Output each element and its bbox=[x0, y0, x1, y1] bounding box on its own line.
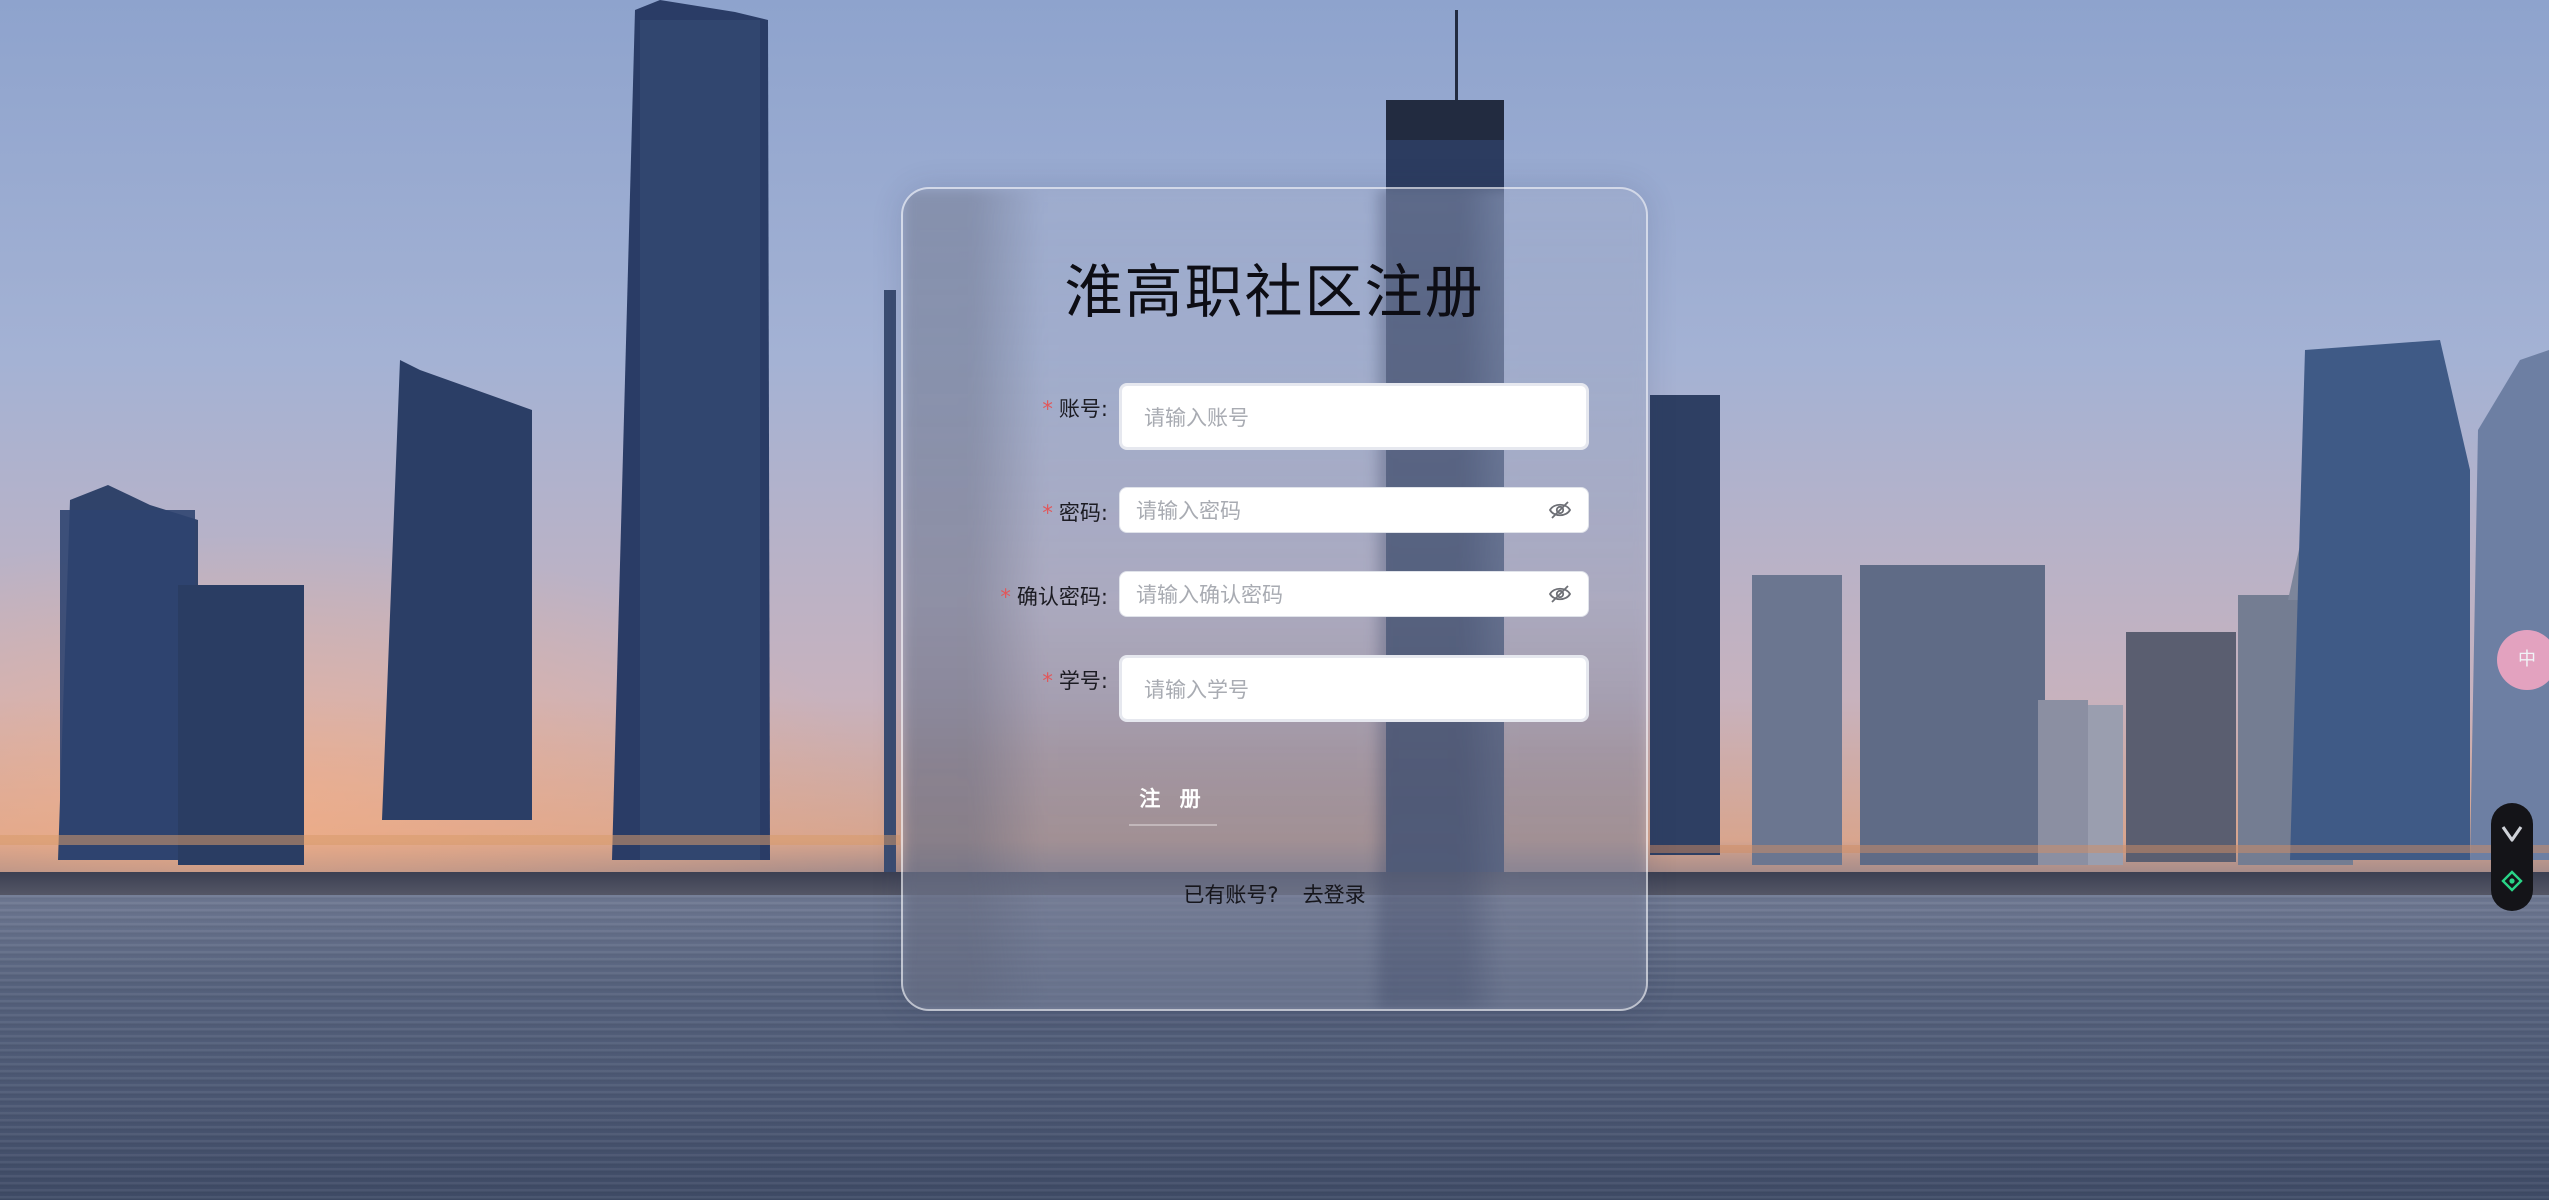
student-id-placeholder: 请输入学号 bbox=[1144, 677, 1249, 702]
student-id-label: * 学号: bbox=[1042, 669, 1108, 693]
password-placeholder: 请输入密码 bbox=[1136, 499, 1241, 523]
register-card: 淮高职社区注册 * 账号: 请输入账号 * 密码: 请输入密码 * 确认密码: … bbox=[901, 187, 1648, 1011]
locate-icon[interactable] bbox=[2500, 869, 2524, 893]
register-button[interactable]: 注 册 bbox=[1129, 774, 1217, 826]
confirm-password-row: * 确认密码: 请输入确认密码 bbox=[903, 571, 1646, 617]
confirm-password-placeholder: 请输入确认密码 bbox=[1136, 583, 1283, 607]
required-mark: * bbox=[1042, 501, 1053, 525]
required-mark: * bbox=[1042, 669, 1053, 693]
language-badge[interactable]: 中 bbox=[2497, 630, 2549, 690]
account-label: * 账号: bbox=[1042, 397, 1108, 421]
confirm-password-label: * 确认密码: bbox=[1000, 585, 1108, 609]
login-prompt: 已有账号? 去登录 bbox=[903, 879, 1646, 909]
chevron-down-icon[interactable] bbox=[2500, 821, 2524, 845]
account-input[interactable]: 请输入账号 bbox=[1119, 383, 1589, 450]
password-input[interactable]: 请输入密码 bbox=[1119, 487, 1589, 533]
page-background: 淮高职社区注册 * 账号: 请输入账号 * 密码: 请输入密码 * 确认密码: … bbox=[0, 0, 2549, 1200]
account-placeholder: 请输入账号 bbox=[1144, 405, 1249, 430]
have-account-text: 已有账号? bbox=[1183, 883, 1279, 907]
go-login-link[interactable]: 去登录 bbox=[1303, 883, 1366, 907]
required-mark: * bbox=[1000, 585, 1011, 609]
password-label: * 密码: bbox=[1042, 501, 1108, 525]
student-id-input[interactable]: 请输入学号 bbox=[1119, 655, 1589, 722]
page-title: 淮高职社区注册 bbox=[1064, 258, 1485, 326]
eye-off-icon[interactable] bbox=[1548, 582, 1572, 606]
eye-off-icon[interactable] bbox=[1548, 498, 1572, 522]
floating-toolbar bbox=[2491, 803, 2533, 911]
account-row: * 账号: 请输入账号 bbox=[903, 383, 1646, 450]
password-row: * 密码: 请输入密码 bbox=[903, 487, 1646, 533]
student-id-row: * 学号: 请输入学号 bbox=[903, 655, 1646, 722]
confirm-password-input[interactable]: 请输入确认密码 bbox=[1119, 571, 1589, 617]
required-mark: * bbox=[1042, 397, 1053, 421]
